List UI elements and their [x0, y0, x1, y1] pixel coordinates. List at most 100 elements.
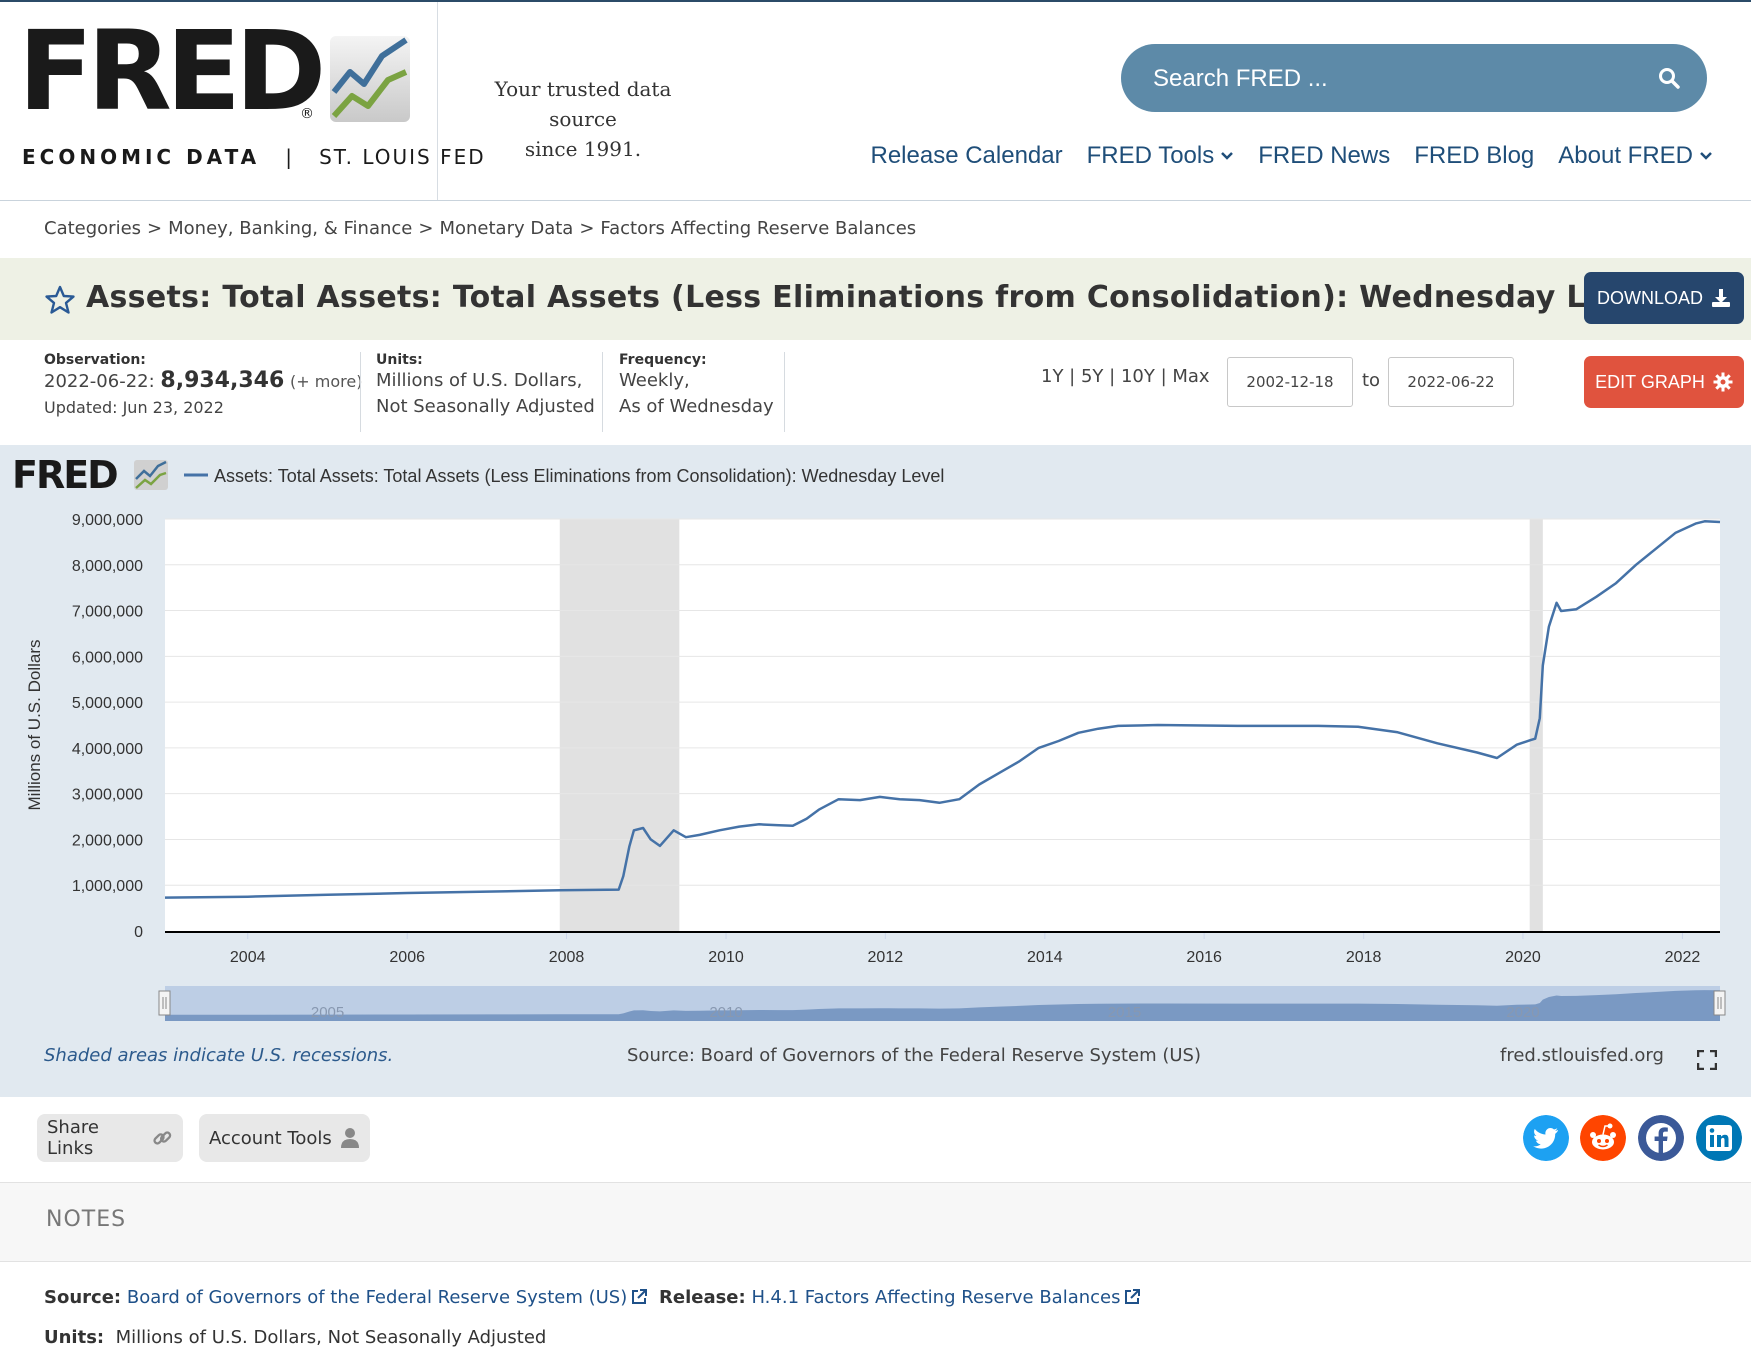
- main-nav: Release Calendar FRED Tools FRED News FR…: [871, 142, 1714, 170]
- frequency-line1: Weekly,: [619, 370, 690, 391]
- breadcrumb-monetary-data[interactable]: Monetary Data: [439, 218, 573, 239]
- observation-date: 2022-06-22:: [44, 371, 155, 392]
- twitter-icon[interactable]: [1523, 1115, 1569, 1161]
- nav-about-fred-label: About FRED: [1558, 142, 1693, 169]
- legend-label: Assets: Total Assets: Total Assets (Less…: [214, 466, 944, 486]
- notes-header: NOTES: [0, 1182, 1751, 1262]
- units-note-label: Units:: [44, 1327, 105, 1348]
- range-links: 1Y | 5Y | 10Y | Max: [1041, 366, 1210, 387]
- recession-note-link[interactable]: Shaded areas indicate U.S. recessions.: [44, 1045, 393, 1066]
- edit-graph-button[interactable]: EDIT GRAPH: [1584, 356, 1744, 408]
- facebook-icon[interactable]: [1638, 1115, 1684, 1161]
- x-tick-label: 2012: [868, 949, 904, 966]
- start-date-input[interactable]: [1227, 357, 1353, 407]
- breadcrumb-factors-reserve[interactable]: Factors Affecting Reserve Balances: [600, 218, 916, 239]
- tagline: Your trusted data source since 1991.: [458, 74, 708, 164]
- range-10y[interactable]: 10Y: [1121, 366, 1155, 387]
- logo-sub-bold: ECONOMIC DATA: [22, 145, 261, 169]
- fullscreen-icon[interactable]: [1697, 1050, 1717, 1070]
- range-max[interactable]: Max: [1172, 366, 1209, 387]
- logo-sub-divider: |: [268, 145, 311, 169]
- breadcrumb: Categories > Money, Banking, & Finance > Mon…: [44, 218, 916, 239]
- external-link-icon[interactable]: [631, 1289, 648, 1305]
- nav-fred-blog-label: FRED Blog: [1414, 142, 1535, 169]
- frequency-line2: As of Wednesday: [619, 396, 774, 417]
- breadcrumb-money-banking[interactable]: Money, Banking, & Finance: [168, 218, 412, 239]
- range-1y[interactable]: 1Y: [1041, 366, 1063, 387]
- navigator-right-handle[interactable]: [1713, 990, 1726, 1016]
- fred-mini-logo: FRED: [12, 453, 168, 497]
- x-tick-label: 2004: [230, 949, 266, 966]
- notes-title: NOTES: [46, 1207, 127, 1232]
- graph-site-note: fred.stlouisfed.org: [1500, 1045, 1664, 1066]
- x-tick-label: 2020: [1505, 949, 1541, 966]
- account-tools-label: Account Tools: [209, 1127, 332, 1149]
- x-tick-label: 2008: [549, 949, 585, 966]
- user-icon: [340, 1128, 359, 1148]
- end-date-input[interactable]: [1388, 357, 1514, 407]
- release-note-line: Release: H.4.1 Factors Affecting Reserve…: [659, 1287, 1141, 1308]
- chevron-down-icon: [1221, 152, 1234, 160]
- x-axis-ticks: 2004 2006 2008 2010 2012 2014 2016 2018 2020 2022: [230, 931, 1700, 966]
- recession-band: [559, 519, 680, 931]
- navigator-left-handle[interactable]: [158, 990, 171, 1016]
- x-tick-label: 2018: [1346, 949, 1382, 966]
- nav-fred-news[interactable]: FRED News: [1258, 142, 1390, 170]
- release-link[interactable]: H.4.1 Factors Affecting Reserve Balances: [751, 1287, 1120, 1308]
- star-icon[interactable]: [44, 284, 76, 316]
- y-tick-label: 4,000,000: [72, 741, 143, 758]
- share-links-button[interactable]: Share Links: [37, 1114, 183, 1162]
- range-5y[interactable]: 5Y: [1081, 366, 1103, 387]
- reddit-icon[interactable]: [1580, 1115, 1626, 1161]
- x-tick-label: 2022: [1665, 949, 1701, 966]
- breadcrumb-categories[interactable]: Categories: [44, 218, 141, 239]
- logo-link[interactable]: FRED ® ECONOMIC DATA | ST. LOUIS FED: [0, 2, 484, 200]
- nav-about-fred[interactable]: About FRED: [1558, 142, 1713, 170]
- search-input[interactable]: [1151, 62, 1625, 96]
- updated-date: Updated: Jun 23, 2022: [44, 398, 224, 417]
- y-axis-label: Millions of U.S. Dollars: [25, 640, 44, 811]
- source-note-line: Source: Board of Governors of the Federa…: [44, 1287, 648, 1308]
- navigator-right-handle-box[interactable]: [1713, 990, 1726, 1016]
- navigator-left-handle-box[interactable]: [158, 990, 171, 1016]
- series-title-text: Assets: Total Assets: Total Assets (Less…: [86, 280, 1658, 315]
- x-tick-label: 2014: [1027, 949, 1063, 966]
- meta-divider: [360, 352, 361, 432]
- nav-release-calendar[interactable]: Release Calendar: [871, 142, 1063, 170]
- nav-fred-tools[interactable]: FRED Tools: [1087, 142, 1235, 170]
- navigator-label: 2020: [1506, 1004, 1539, 1021]
- y-axis-ticks: 0 1,000,000 2,000,000 3,000,000 4,000,000 5,0…: [72, 512, 143, 941]
- observation-more-link[interactable]: (+ more): [290, 372, 362, 391]
- series-title-bar: Assets: Total Assets: Total Assets (Less…: [0, 258, 1751, 340]
- x-tick-label: 2010: [708, 949, 744, 966]
- navigator-label: 2015: [1108, 1004, 1141, 1021]
- observation-value: 8,934,346: [160, 368, 285, 393]
- chart: FRED Assets: Total Assets: Total Assets …: [12, 453, 1726, 1021]
- chevron-down-icon: [1700, 152, 1712, 160]
- x-tick-label: 2016: [1186, 949, 1222, 966]
- tagline-line1: Your trusted data source: [494, 77, 672, 131]
- fred-mini-logo-text: FRED: [12, 453, 117, 497]
- observation-line: 2022-06-22: 8,934,346 (+ more): [44, 368, 362, 395]
- units-label: Units:: [376, 352, 423, 368]
- logo-subtitle: ECONOMIC DATA | ST. LOUIS FED: [22, 145, 486, 169]
- account-tools-button[interactable]: Account Tools: [199, 1114, 370, 1162]
- linkedin-icon[interactable]: [1696, 1115, 1742, 1161]
- source-label: Source:: [44, 1287, 122, 1308]
- units-note-line: Units: Millions of U.S. Dollars, Not Sea…: [44, 1327, 546, 1348]
- external-link-icon[interactable]: [1124, 1289, 1141, 1305]
- plot-area: [165, 519, 1720, 931]
- nav-fred-news-label: FRED News: [1258, 142, 1391, 169]
- y-tick-label: 5,000,000: [72, 695, 143, 712]
- search-icon[interactable]: [1657, 66, 1681, 90]
- breadcrumb-separator: >: [147, 218, 163, 239]
- source-link[interactable]: Board of Governors of the Federal Reserv…: [127, 1287, 627, 1308]
- nav-fred-blog[interactable]: FRED Blog: [1414, 142, 1534, 170]
- y-tick-label: 7,000,000: [72, 604, 143, 621]
- y-tick-label: 3,000,000: [72, 787, 143, 804]
- graph-panel: FRED Assets: Total Assets: Total Assets …: [0, 445, 1751, 1097]
- frequency-block: Frequency: Weekly, As of Wednesday: [619, 352, 774, 420]
- breadcrumb-separator: >: [418, 218, 434, 239]
- download-button[interactable]: DOWNLOAD: [1584, 272, 1744, 324]
- fred-logo-graph-icon: [330, 36, 410, 122]
